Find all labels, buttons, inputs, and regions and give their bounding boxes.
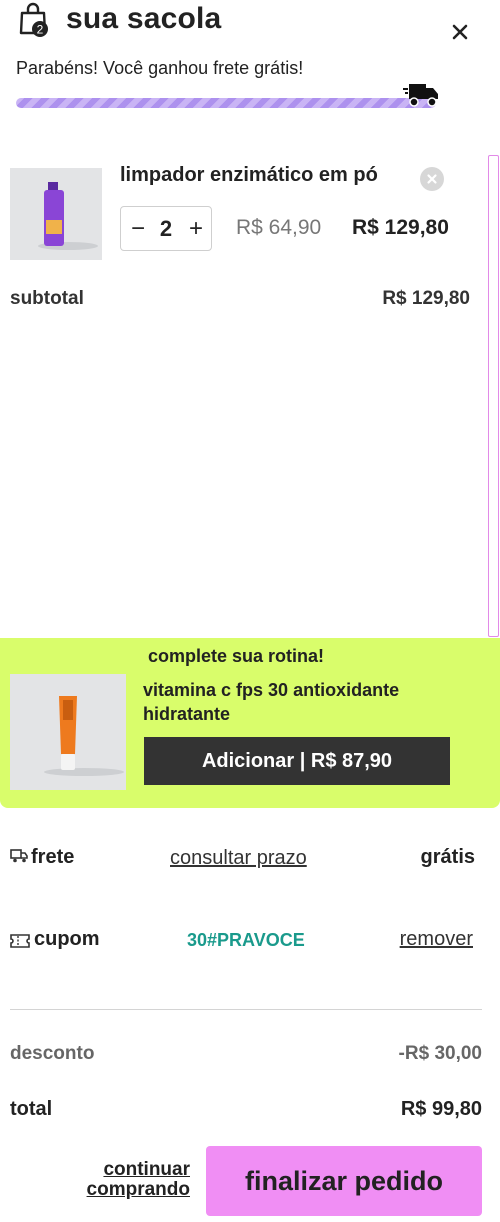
discount-label: desconto bbox=[10, 1043, 95, 1064]
upsell-banner: complete sua rotina! vitamina c fps 30 a… bbox=[0, 638, 500, 808]
remove-item-button[interactable] bbox=[420, 167, 444, 191]
subtotal-value: R$ 129,80 bbox=[382, 288, 470, 309]
quantity-value: 2 bbox=[159, 215, 173, 241]
shipping-label: frete bbox=[31, 846, 75, 868]
delivery-truck-icon bbox=[403, 84, 438, 107]
subtotal-label: subtotal bbox=[10, 288, 84, 309]
add-upsell-button[interactable]: Adicionar | R$ 87,90 bbox=[144, 737, 450, 785]
unit-price: R$ 64,90 bbox=[236, 216, 322, 239]
remove-coupon-link[interactable]: remover bbox=[400, 928, 473, 951]
decrease-quantity-button[interactable]: − bbox=[123, 207, 153, 250]
upsell-heading: complete sua rotina! bbox=[148, 646, 325, 666]
increase-quantity-button[interactable]: + bbox=[181, 207, 211, 250]
sunscreen-tube-image bbox=[44, 696, 124, 776]
bag-count-badge: 2 bbox=[37, 23, 44, 37]
discount-value: -R$ 30,00 bbox=[398, 1043, 482, 1064]
product-image[interactable] bbox=[10, 168, 102, 260]
coupon-label: cupom bbox=[34, 928, 100, 950]
upsell-product-name: vitamina c fps 30 antioxidante hidratant… bbox=[143, 680, 400, 724]
coupon-code: 30#PRAVOCE bbox=[187, 930, 305, 950]
remove-x-icon bbox=[427, 174, 437, 184]
page-title: sua sacola bbox=[66, 2, 222, 35]
free-shipping-message: Parabéns! Você ganhou frete grátis! bbox=[16, 58, 304, 78]
close-icon[interactable] bbox=[450, 22, 470, 42]
divider bbox=[10, 1009, 482, 1010]
quantity-stepper: − 2 + bbox=[120, 206, 212, 251]
line-total: R$ 129,80 bbox=[352, 216, 449, 239]
cart-item-name: limpador enzimático em pó bbox=[120, 164, 378, 186]
total-value: R$ 99,80 bbox=[400, 1098, 482, 1120]
cart-header: 2 sua sacola bbox=[0, 0, 500, 48]
truck-icon bbox=[10, 849, 28, 863]
total-label: total bbox=[10, 1098, 53, 1120]
shipping-value: grátis bbox=[420, 846, 475, 868]
free-shipping-progress-bar bbox=[16, 98, 436, 108]
checkout-button[interactable]: finalizar pedido bbox=[206, 1146, 482, 1216]
continue-shopping-link[interactable]: continuar comprando bbox=[60, 1160, 190, 1200]
product-bottle-image bbox=[38, 182, 98, 250]
coupon-ticket-icon bbox=[10, 934, 30, 948]
shopping-bag-icon: 2 bbox=[19, 2, 48, 37]
scrollbar[interactable] bbox=[488, 155, 499, 637]
check-delivery-time-link[interactable]: consultar prazo bbox=[170, 847, 307, 870]
upsell-product-image[interactable] bbox=[10, 674, 126, 790]
